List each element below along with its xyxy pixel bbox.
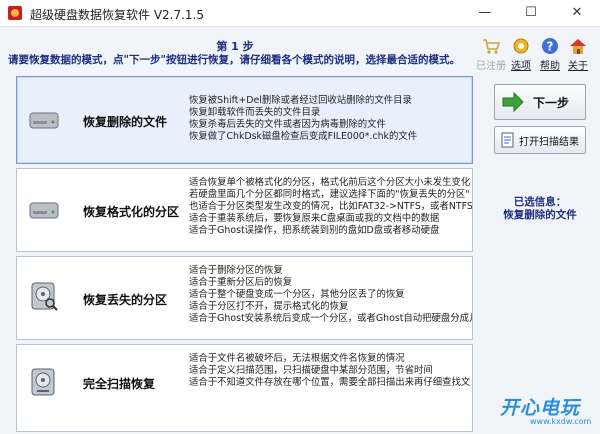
maximize-button[interactable]: ☐ xyxy=(508,0,554,26)
selected-info-label: 已选信息： xyxy=(513,196,567,208)
open-scan-result-label: 打开扫描结果 xyxy=(519,137,579,148)
mode-recover-lost-partition[interactable]: 恢复丢失的分区 适合于删除分区的恢复 适合于重新分区后的恢复 适合于整个硬盘变成… xyxy=(16,256,473,340)
title-bar: 超级硬盘数据恢复软件 V2.7.1.5 — ☐ ✕ xyxy=(0,0,600,27)
register-label: 已注册 xyxy=(476,61,506,72)
mode-title: 恢复删除的文件 xyxy=(83,115,168,129)
options-button[interactable]: 选项 xyxy=(506,36,536,72)
help-button[interactable]: ? 帮助 xyxy=(535,36,565,72)
mode-recover-deleted[interactable]: 恢复删除的文件 恢复被Shift+Del删除或者经过回收站删除的文件目录 恢复卸… xyxy=(16,76,473,164)
desc-line: 若硬盘里面几个分区都同时格式，建议选择下面的"恢复丢失的分区" xyxy=(189,189,470,200)
desc-line: 适合于Ghost误操作，把系统装到别的盘如D盘或者移动硬盘 xyxy=(189,225,440,236)
open-scan-result-button[interactable]: 打开扫描结果 xyxy=(494,126,586,154)
desc-line: 恢复杀毒后丢失的文件或者因为病毒删除的文件 xyxy=(189,119,386,130)
next-step-button[interactable]: 下一步 xyxy=(494,84,586,120)
watermark-url: www.kxdw.com xyxy=(530,417,592,426)
arrow-right-icon xyxy=(502,91,524,113)
desc-line: 也适合于分区类型发生改变的情况，比如FAT32->NTFS，或者NTFS->FA… xyxy=(189,201,473,212)
desc-line: 适合于重新分区后的恢复 xyxy=(189,277,293,288)
desc-line: 恢复被Shift+Del删除或者经过回收站删除的文件目录 xyxy=(189,95,412,106)
hard-drive-search-icon xyxy=(31,282,58,311)
register-tool: 已注册 xyxy=(476,36,506,72)
desc-line: 适合恢复单个被格式化的分区，格式化前后这个分区大小未发生变化 xyxy=(189,177,471,188)
app-icon xyxy=(8,6,22,20)
help-icon: ? xyxy=(542,38,558,54)
minimize-button[interactable]: — xyxy=(462,0,508,26)
next-step-label: 下一步 xyxy=(533,96,570,110)
desc-line: 适合于文件名被破坏后，无法根据文件名恢复的情况 xyxy=(189,353,405,364)
desc-line: 恢复卸载软件而丢失的文件目录 xyxy=(189,107,321,118)
mode-full-scan[interactable]: 完全扫描恢复 适合于文件名被破坏后，无法根据文件名恢复的情况 适合于定义扫描范围… xyxy=(16,344,473,432)
mode-description: 恢复被Shift+Del删除或者经过回收站删除的文件目录 恢复卸载软件而丢失的文… xyxy=(189,95,417,143)
window-title: 超级硬盘数据恢复软件 V2.7.1.5 xyxy=(30,8,205,22)
selected-info: 已选信息： 恢复删除的文件 xyxy=(488,196,592,222)
desc-line: 适合于删除分区的恢复 xyxy=(189,265,283,276)
desc-line: 适合于定义扫描范围，只扫描硬盘中某部分范围，节省时间 xyxy=(189,365,433,376)
help-label: 帮助 xyxy=(540,61,560,72)
mode-title: 恢复格式化的分区 xyxy=(83,205,180,219)
svg-text:?: ? xyxy=(547,40,554,54)
desc-line: 适合于Ghost安装系统后变成一个分区，或者Ghost自动把硬盘分成几个分 xyxy=(189,313,473,324)
hard-drive-scan-icon xyxy=(31,368,55,396)
cart-icon xyxy=(483,39,501,54)
mode-recover-formatted[interactable]: 恢复格式化的分区 适合恢复单个被格式化的分区，格式化前后这个分区大小未发生变化 … xyxy=(16,168,473,252)
mode-title: 完全扫描恢复 xyxy=(83,377,156,391)
desc-line: 恢复做了ChkDsk磁盘检查后变成FILE000*.chk的文件 xyxy=(189,131,418,142)
desc-line: 适合于重装系统后，要恢复原来C盘桌面或我的文档中的数据 xyxy=(189,213,440,224)
house-icon xyxy=(570,39,586,54)
gear-icon xyxy=(513,38,529,54)
desc-line: 适合于分区打不开，提示格式化的恢复 xyxy=(189,301,349,312)
about-button[interactable]: 关于 xyxy=(563,36,593,72)
document-icon xyxy=(501,132,514,148)
mode-description: 适合于文件名被破坏后，无法根据文件名恢复的情况 适合于定义扫描范围，只扫描硬盘中… xyxy=(189,353,470,389)
instruction-text: 请要恢复数据的模式，点"下一步"按钮进行恢复，请仔细看各个模式的说明，选择最合适… xyxy=(8,54,460,66)
hard-drive-icon xyxy=(29,202,59,219)
about-label: 关于 xyxy=(568,61,588,72)
mode-description: 适合恢复单个被格式化的分区，格式化前后这个分区大小未发生变化 若硬盘里面几个分区… xyxy=(189,177,473,237)
selected-info-value: 恢复删除的文件 xyxy=(503,209,577,221)
options-label: 选项 xyxy=(511,61,531,72)
watermark-brand: 开心电玩 xyxy=(500,397,581,419)
desc-line: 适合于不知道文件存放在哪个位置，需要全部扫描出来再仔细查找文 xyxy=(189,377,471,388)
watermark: 开心电玩 www.kxdw.com xyxy=(500,393,591,426)
mode-title: 恢复丢失的分区 xyxy=(83,293,168,307)
hard-drive-icon xyxy=(29,112,59,129)
close-button[interactable]: ✕ xyxy=(554,0,600,26)
mode-description: 适合于删除分区的恢复 适合于重新分区后的恢复 适合于整个硬盘变成一个分区，其他分… xyxy=(189,265,473,325)
desc-line: 适合于整个硬盘变成一个分区，其他分区丢了的恢复 xyxy=(189,289,405,300)
